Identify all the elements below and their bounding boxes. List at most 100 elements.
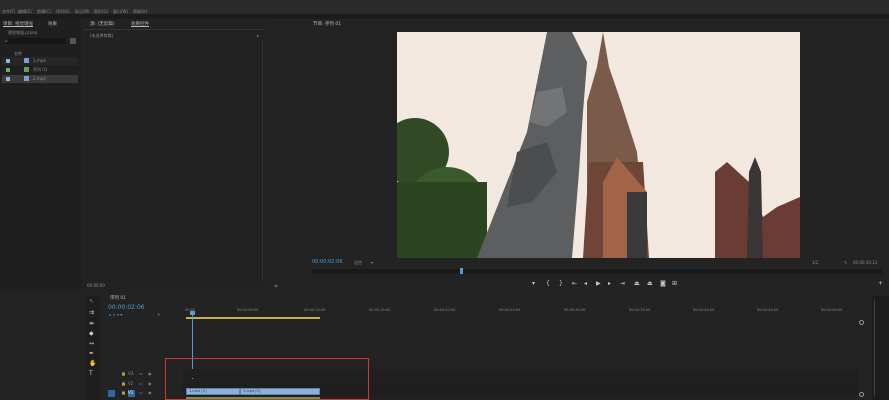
lock-icon[interactable]: 🔒 [121,381,126,386]
project-file-name: 视觉增强.prproj [8,30,38,35]
ruler-tick: 00:00:50:00 [821,308,843,312]
ruler-tick: 00:00:25:00 [499,308,521,312]
go-to-in-icon[interactable]: ⇤ [572,280,577,287]
wrench-icon[interactable]: ✎ [844,260,847,265]
type-tool-icon[interactable]: T [89,370,93,377]
export-icon[interactable]: ⇲ [274,283,277,288]
zoom-handle-icon[interactable] [859,320,864,325]
camera-icon[interactable]: ◙ [660,280,666,287]
sync-lock-icon[interactable]: ▭ [139,371,143,376]
lock-icon[interactable]: 🔒 [121,371,126,376]
snap-icon[interactable]: ⌂ ∩ ▾ ▾ [109,312,122,317]
effect-controls-panel: 源: (无剪辑) 效果控件 (未选择剪辑) ▸ 00:00:00 ⇲ [84,19,277,291]
item-label: 序列 01 [33,67,48,72]
list-item[interactable]: 1.mp4 [2,57,78,65]
step-forward-icon[interactable]: ▸ [608,280,611,287]
slip-icon[interactable]: ↔ [89,340,94,347]
menu-bar: 文件(F) 编辑(E) 剪辑(C) 序列(S) 标记(M) 图形(G) 窗口(W… [0,0,889,14]
source-patch-toggle[interactable] [108,390,115,397]
church-statue-image [397,32,800,258]
ruler-tick: 00:00:40:00 [693,308,715,312]
audio-meter [872,296,889,400]
project-panel: 项目: 视觉增强 效果 视觉增强.prproj ρ 名称 1.mp4 序列 01… [0,19,81,291]
eye-icon[interactable]: ◉ [148,381,152,386]
pen-icon[interactable]: ✒ [89,350,94,357]
step-back-icon[interactable]: ◂ [584,280,587,287]
program-timecode[interactable]: 00:00:02:06 [312,259,343,265]
track-select-icon[interactable]: ⇉ [89,309,94,316]
tools-panel: ↖ ⇉ ⇹ ◆ ↔ ✒ ✋ T [86,296,100,400]
mark-out-icon[interactable]: } [559,280,563,287]
list-item[interactable]: 2.mp4 [2,75,78,83]
video-file-icon [24,58,29,63]
lock-icon[interactable]: 🔒 [121,390,126,395]
track-name: V1 [128,390,134,395]
work-area-bar[interactable] [186,317,320,319]
divider [262,41,263,281]
panel-menu-icon[interactable]: ▸ [257,33,259,38]
play-icon[interactable]: ▶ [596,280,601,287]
duration-timecode: 00:00:10:12 [853,260,878,265]
resolution-dropdown[interactable]: 1/2 [812,260,818,265]
hand-icon[interactable]: ✋ [89,360,96,367]
list-item[interactable]: 序列 01 [2,66,78,74]
time-ruler[interactable]: 00:00 00:00:05:00 00:00:10:00 00:00:15:0… [183,308,859,316]
compare-icon[interactable]: ⊞ [672,280,677,287]
item-label: 2.mp4 [33,76,46,81]
add-button[interactable]: + [878,280,883,287]
ruler-tick: 00:00:15:00 [369,308,391,312]
label-color-swatch [6,77,10,81]
label-color-swatch [6,68,10,72]
playhead-marker[interactable] [460,268,464,274]
track-name[interactable]: V2 [128,381,133,386]
highlight-box [165,358,369,400]
video-frame [397,32,800,258]
video-file-icon [24,76,29,81]
tab-project[interactable]: 项目: 视觉增强 [3,21,33,27]
ruler-tick: 00:00:05:00 [237,308,259,312]
marker-icon[interactable]: ▾ [532,280,535,287]
track-name[interactable]: V3 [128,371,133,376]
fit-dropdown[interactable]: 适合 [354,260,362,266]
ruler-tick: 00:00:35:00 [629,308,651,312]
sync-lock-icon[interactable]: ▭ [139,390,143,395]
razor-icon[interactable]: ◆ [89,330,94,337]
chevron-down-icon[interactable]: ▾ [371,260,373,265]
sequence-icon [24,67,29,72]
lift-icon[interactable]: ⏏ [634,280,640,287]
extract-icon[interactable]: ⏏ [647,280,653,287]
zoom-handle-icon[interactable] [859,392,864,397]
timeline-timecode[interactable]: 00:00:02:06 [108,304,145,311]
ruler-tick: 00:00:10:00 [304,308,326,312]
wrench-icon[interactable]: ✎ [157,312,160,317]
sync-lock-icon[interactable]: ▭ [139,381,143,386]
search-input[interactable]: ρ [4,38,66,44]
label-color-swatch [6,59,10,63]
no-clip-label: (未选择剪辑) [90,33,114,38]
playhead-handle[interactable] [190,311,195,315]
search-icon: ρ [5,38,8,43]
go-to-out-icon[interactable]: ⇥ [620,280,625,287]
effects-timecode: 00:00:00 [87,283,105,288]
track-target-toggle[interactable]: V1 [128,390,135,397]
mark-in-icon[interactable]: { [546,280,550,287]
ruler-tick: 00:00:30:00 [564,308,586,312]
item-label: 1.mp4 [33,58,46,63]
new-bin-icon[interactable] [70,38,76,44]
tab-sequence[interactable]: 序列 01 [110,295,126,301]
program-monitor-panel: 节目: 序列 01 00:00:02:06 适合 ▾ 1/2 ✎ 00:00:1… [308,19,889,291]
program-scrubber[interactable] [312,268,882,274]
tab-effects[interactable]: 效果 [48,21,57,27]
eye-icon[interactable]: ◉ [148,371,152,376]
tab-source[interactable]: 源: (无剪辑) [90,21,114,27]
divider [84,29,265,30]
ruler-tick: 00:00:45:00 [757,308,779,312]
tab-program[interactable]: 节目: 序列 01 [313,21,341,27]
meter-scale [874,300,875,396]
tab-effect-controls[interactable]: 效果控件 [131,21,149,27]
ruler-tick: 00:00:20:00 [434,308,456,312]
selection-tool-icon[interactable]: ↖ [89,298,94,305]
transport-controls: ▾ { } ⇤ ◂ ▶ ▸ ⇥ ⏏ ⏏ ◙ ⊞ + [308,277,889,291]
eye-icon[interactable]: ◉ [148,390,152,395]
ripple-edit-icon[interactable]: ⇹ [89,320,94,327]
